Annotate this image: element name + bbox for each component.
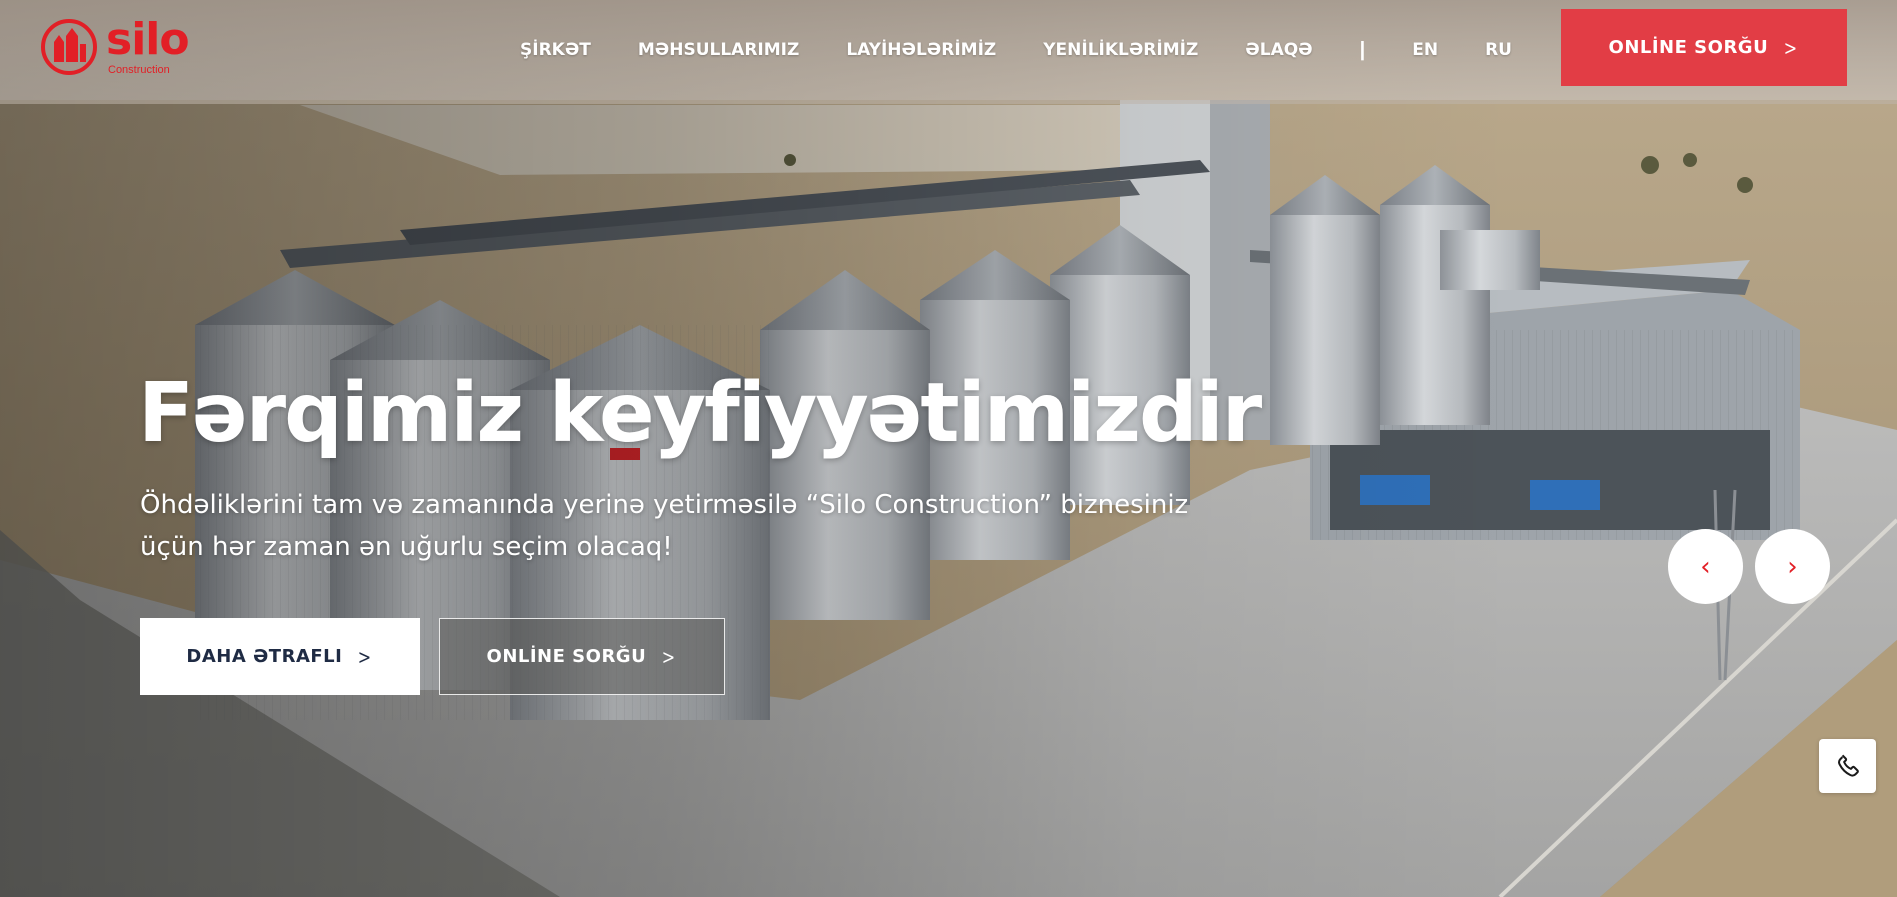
nav-separator: |: [1359, 38, 1366, 61]
site-header: silo Construction ŞİRKƏT MƏHSULLARIMIZ L…: [0, 0, 1897, 104]
header-cta-label: ONLİNE SORĞU: [1608, 37, 1769, 58]
chevron-right-icon: >: [358, 644, 372, 669]
phone-call-button[interactable]: [1819, 739, 1876, 793]
chevron-right-icon: ›: [1787, 551, 1798, 582]
more-info-label: DAHA ƏTRAFLI: [186, 646, 343, 667]
chevron-right-icon: >: [1783, 35, 1798, 60]
hero-subtitle: Öhdəliklərini tam və zamanında yerinə ye…: [140, 490, 1189, 562]
nav-item-company[interactable]: ŞİRKƏT: [520, 40, 591, 60]
hero-online-request-button[interactable]: ONLİNE SORĞU >: [439, 618, 725, 695]
hero-online-request-label: ONLİNE SORĞU: [486, 646, 647, 667]
slider-next-button[interactable]: ›: [1755, 529, 1830, 604]
nav-item-products[interactable]: MƏHSULLARIMIZ: [638, 40, 799, 60]
chevron-left-icon: ‹: [1700, 551, 1711, 582]
more-info-button[interactable]: DAHA ƏTRAFLI >: [140, 618, 420, 695]
phone-icon: [1837, 754, 1859, 777]
silo-logo-icon: [41, 19, 97, 75]
hero-section: silo Construction ŞİRKƏT MƏHSULLARIMIZ L…: [0, 0, 1897, 897]
lang-en[interactable]: EN: [1412, 40, 1438, 60]
hero-title: Fərqimiz keyfiyyətimizdir: [138, 366, 1262, 461]
chevron-right-icon: >: [661, 644, 676, 669]
lang-ru[interactable]: RU: [1485, 40, 1512, 60]
header-online-request-button[interactable]: ONLİNE SORĞU >: [1561, 9, 1847, 86]
brand-name: silo: [106, 14, 190, 65]
brand-subtitle: Construction: [108, 64, 170, 76]
brand-logo[interactable]: silo Construction: [40, 14, 200, 80]
main-nav: ŞİRKƏT MƏHSULLARIMIZ LAYİHƏLƏRİMİZ YENİL…: [520, 0, 1559, 100]
nav-item-news[interactable]: YENİLİKLƏRİMİZ: [1043, 40, 1198, 60]
nav-item-projects[interactable]: LAYİHƏLƏRİMİZ: [846, 40, 996, 60]
nav-item-contact[interactable]: ƏLAQƏ: [1245, 40, 1312, 60]
slider-prev-button[interactable]: ‹: [1668, 529, 1743, 604]
